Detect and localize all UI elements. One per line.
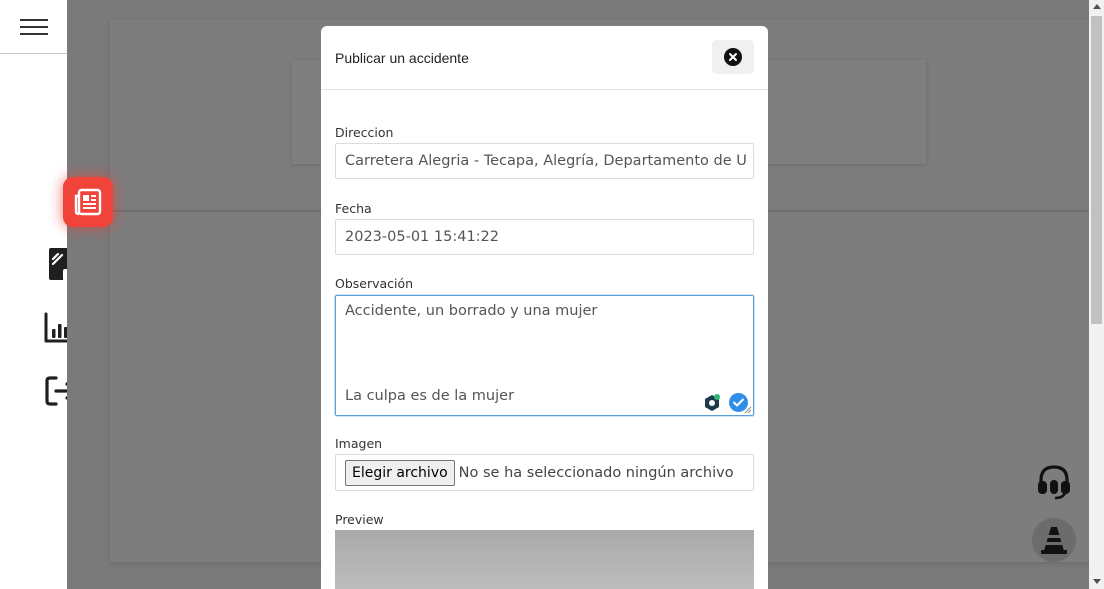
sidebar <box>0 0 77 589</box>
observacion-label: Observación <box>335 276 414 291</box>
imagen-label: Imagen <box>335 436 383 451</box>
close-icon <box>724 48 742 66</box>
observacion-line-1: Accidente, un borrado y una mujer <box>345 303 598 319</box>
publish-accident-modal: Publicar un accidente Direccion Carreter… <box>321 26 768 589</box>
grammar-extension-icon[interactable] <box>703 393 721 412</box>
report-cone-button[interactable] <box>1032 518 1076 562</box>
resize-handle-icon[interactable] <box>744 406 752 414</box>
scrollbar-thumb[interactable] <box>1091 16 1102 324</box>
observacion-textarea[interactable]: Accidente, un borrado y una mujer La cul… <box>335 295 754 416</box>
direccion-input[interactable]: Carretera Alegria - Tecapa, Alegría, Dep… <box>335 143 754 179</box>
menu-toggle-button[interactable] <box>0 0 67 54</box>
image-preview <box>335 530 754 589</box>
modal-header: Publicar un accidente <box>321 26 768 90</box>
hamburger-icon <box>19 18 48 35</box>
imagen-file-input[interactable]: Elegir archivo No se ha seleccionado nin… <box>335 454 754 491</box>
newspaper-icon <box>74 188 102 216</box>
headset-icon <box>1038 465 1070 500</box>
fecha-label: Fecha <box>335 201 372 216</box>
file-status-text: No se ha seleccionado ningún archivo <box>458 464 734 481</box>
sidebar-item-news[interactable] <box>63 177 113 227</box>
modal-title: Publicar un accidente <box>335 49 469 66</box>
observacion-line-2: La culpa es de la mujer <box>345 388 515 404</box>
traffic-cone-icon <box>1041 527 1067 554</box>
direccion-label: Direccion <box>335 125 394 140</box>
choose-file-button[interactable]: Elegir archivo <box>345 459 455 486</box>
scroll-down-icon[interactable] <box>1093 579 1101 584</box>
fecha-input[interactable]: 2023-05-01 15:41:22 <box>335 219 754 255</box>
support-button[interactable] <box>1034 461 1074 501</box>
close-button[interactable] <box>712 40 754 74</box>
scroll-up-icon[interactable] <box>1093 4 1101 9</box>
preview-label: Preview <box>335 512 384 527</box>
textarea-extension-icons <box>703 393 748 412</box>
